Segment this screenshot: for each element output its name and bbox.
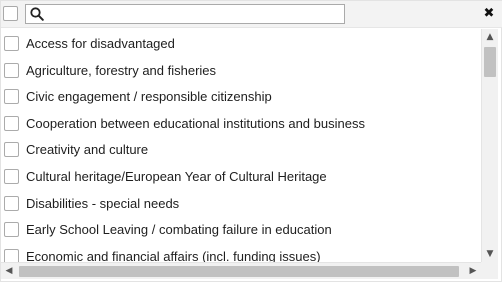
item-label: Economic and financial affairs (incl. fu… — [26, 248, 321, 262]
search-icon — [30, 7, 44, 21]
dropdown-header: ✖ — [1, 1, 502, 28]
list-item[interactable]: Economic and financial affairs (incl. fu… — [1, 244, 481, 262]
item-checkbox[interactable] — [4, 222, 19, 238]
item-label: Early School Leaving / combating failure… — [26, 222, 332, 238]
item-label: Cooperation between educational institut… — [26, 115, 365, 131]
vertical-scroll-thumb[interactable] — [484, 47, 496, 77]
item-checkbox[interactable] — [4, 169, 19, 184]
item-checkbox[interactable] — [4, 142, 19, 158]
list-item[interactable]: Creativity and culture — [1, 137, 481, 163]
scroll-down-icon[interactable]: ▼ — [482, 246, 498, 262]
item-checkbox[interactable] — [4, 115, 19, 131]
select-all-checkbox[interactable] — [3, 6, 18, 21]
vertical-scrollbar[interactable]: ▲ ▼ — [481, 29, 498, 262]
item-checkbox[interactable] — [4, 248, 19, 262]
item-label: Disabilities - special needs — [26, 195, 180, 211]
item-checkbox[interactable] — [4, 89, 19, 105]
list-item[interactable]: Access for disadvantaged — [1, 31, 481, 57]
list-item[interactable]: Disabilities - special needs — [1, 191, 481, 217]
item-checkbox[interactable] — [4, 195, 19, 211]
scroll-up-icon[interactable]: ▲ — [482, 29, 498, 45]
scroll-right-icon[interactable]: ▶ — [465, 263, 481, 279]
search-input[interactable] — [48, 6, 340, 22]
item-label: Creativity and culture — [26, 142, 149, 158]
item-label: Civic engagement / responsible citizensh… — [26, 89, 272, 105]
multiselect-dropdown-panel: ✖ Access for disadvantaged Agriculture, f… — [0, 0, 502, 282]
close-icon[interactable]: ✖ — [481, 6, 497, 22]
list-item[interactable]: Agriculture, forestry and fisheries — [1, 58, 481, 84]
list-item[interactable]: Civic engagement / responsible citizensh… — [1, 84, 481, 110]
scroll-left-icon[interactable]: ◀ — [1, 263, 17, 279]
options-list[interactable]: Access for disadvantaged Agriculture, for… — [1, 29, 481, 262]
horizontal-scrollbar[interactable]: ◀ ▶ — [1, 262, 481, 279]
item-label: Agriculture, forestry and fisheries — [26, 62, 217, 78]
item-label: Cultural heritage/European Year of Cultu… — [26, 169, 327, 184]
scrollbar-corner — [481, 262, 498, 279]
list-item[interactable]: Cooperation between educational institut… — [1, 111, 481, 137]
item-label: Access for disadvantaged — [26, 36, 175, 51]
list-item[interactable]: Early School Leaving / combating failure… — [1, 217, 481, 243]
list-item[interactable]: Cultural heritage/European Year of Cultu… — [1, 164, 481, 190]
horizontal-scroll-thumb[interactable] — [19, 266, 459, 277]
item-checkbox[interactable] — [4, 62, 19, 78]
search-field[interactable] — [25, 4, 345, 24]
item-checkbox[interactable] — [4, 36, 19, 51]
